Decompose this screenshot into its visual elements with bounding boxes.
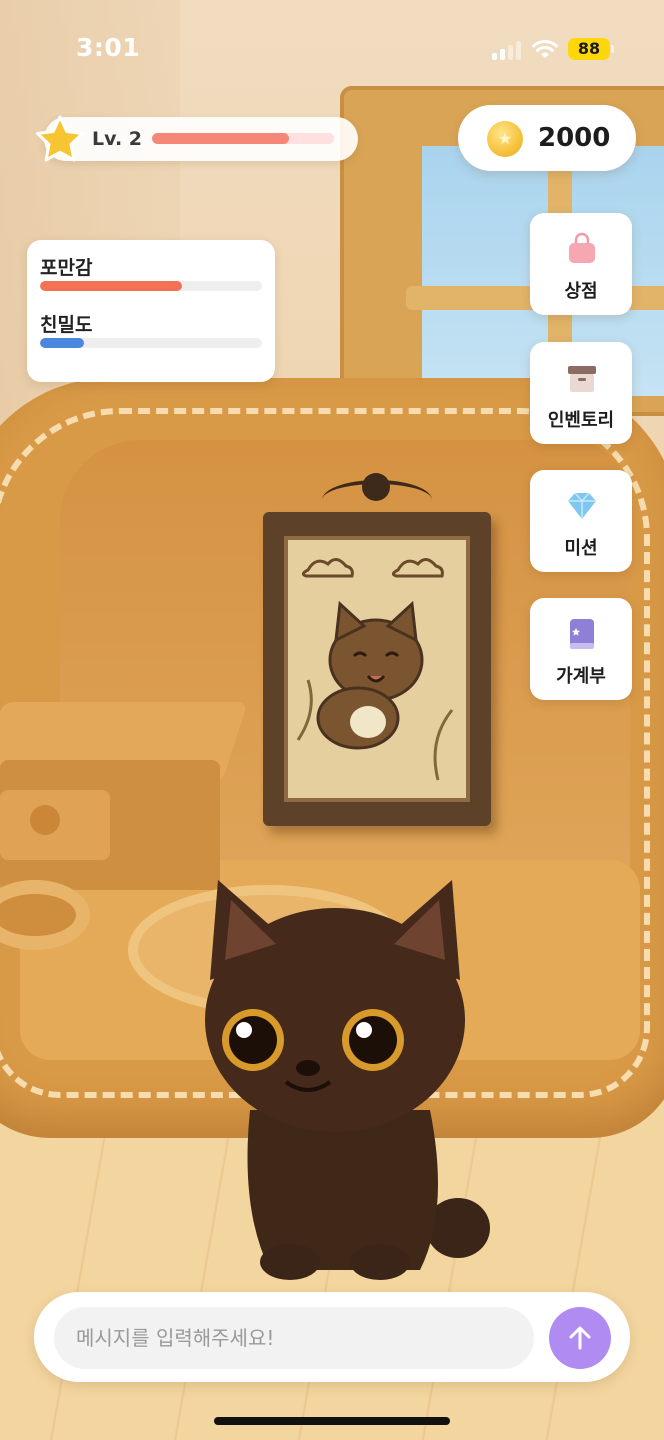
frame-nail [362, 473, 390, 501]
star-icon [34, 114, 86, 166]
drawer-knob [30, 805, 60, 835]
status-time: 3:01 [76, 33, 141, 62]
status-bar: 3:01 88 [0, 0, 664, 100]
coin-icon: ★ [487, 121, 523, 157]
battery-indicator: 88 [568, 38, 610, 60]
home-indicator [214, 1417, 450, 1425]
cat-portrait [284, 536, 470, 802]
wifi-icon [532, 38, 558, 60]
menu-label: 상점 [564, 281, 598, 302]
battery-tip [611, 45, 614, 53]
menu-label: 인벤토리 [547, 410, 615, 431]
cellular-signal-icon [492, 40, 524, 60]
menu-button-shop[interactable]: 상점 [530, 213, 632, 315]
menu-label: 미션 [564, 538, 598, 559]
stat-fill-intimacy [40, 338, 85, 348]
menu-button-ledger[interactable]: 가계부 [530, 598, 632, 700]
level-progress-track [152, 133, 334, 144]
menu-button-mission[interactable]: 미션 [530, 470, 632, 572]
stat-bar-fullness [40, 281, 262, 291]
shopping-bag-icon [564, 231, 600, 267]
cat-character [205, 880, 490, 1280]
pet-cat[interactable] [170, 870, 500, 1290]
stat-bar-intimacy [40, 338, 262, 348]
stat-label-intimacy: 친밀도 [40, 314, 93, 336]
level-progress-fill [152, 133, 289, 144]
coin-amount: 2000 [538, 123, 611, 153]
diamond-icon [564, 488, 600, 524]
menu-button-inventory[interactable]: 인벤토리 [530, 342, 632, 444]
arrow-up-icon [569, 1326, 591, 1350]
cat-portrait-drawing [296, 558, 454, 781]
menu-label: 가계부 [556, 666, 606, 687]
storage-box-icon [564, 360, 600, 396]
stat-label-fullness: 포만감 [40, 257, 93, 279]
message-input[interactable] [54, 1307, 534, 1369]
send-button[interactable] [549, 1307, 611, 1369]
book-icon [564, 616, 600, 652]
level-label: Lv. 2 [92, 128, 142, 150]
stat-fill-fullness [40, 281, 183, 291]
